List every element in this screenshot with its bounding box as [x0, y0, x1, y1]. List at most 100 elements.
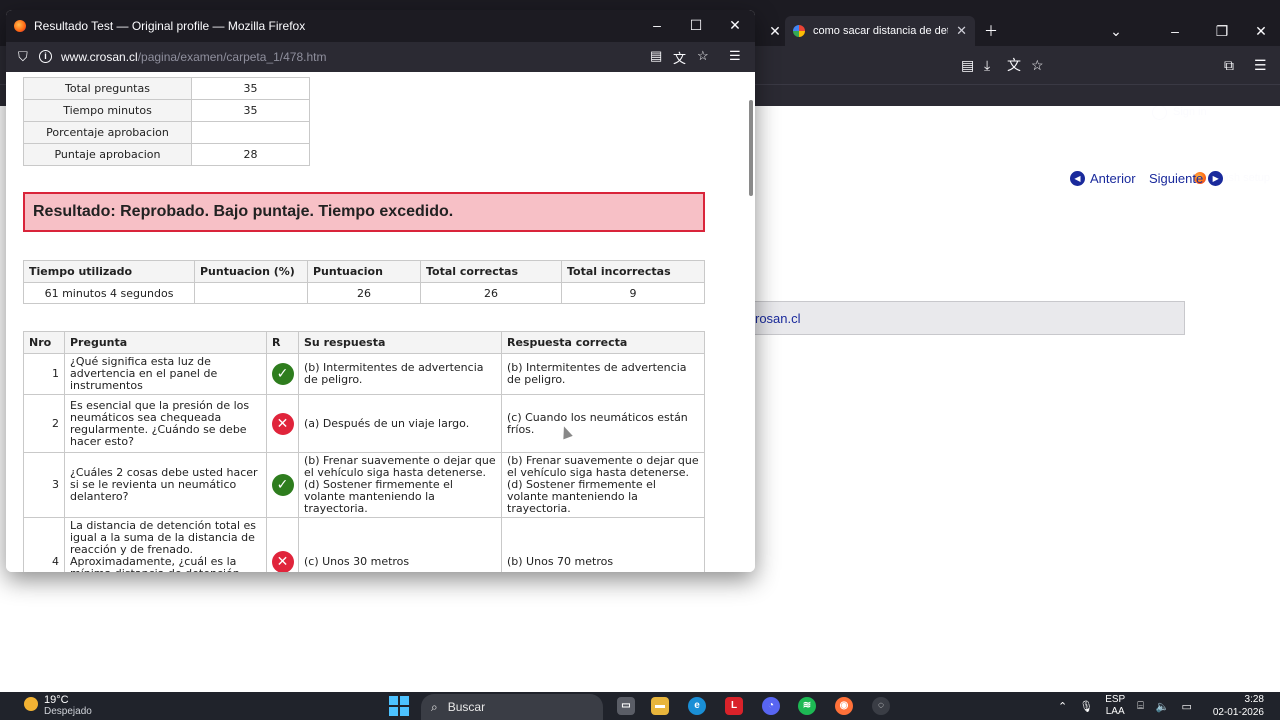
clock-time: 3:28 [1244, 694, 1264, 705]
previous-link[interactable]: ◀ Anterior [1070, 171, 1136, 186]
background-tab-title: como sacar distancia de detenc [813, 25, 948, 37]
bookmark-star-icon[interactable]: ☆ [697, 48, 709, 64]
page-content: Total preguntas 35 Tiempo minutos 35 Porcent… [6, 72, 755, 572]
domain-text: rosan.cl [755, 310, 801, 326]
weather-condition: Despejado [44, 706, 92, 717]
your-answer: (b) Frenar suavemente o dejar que el veh… [298, 452, 502, 518]
translate-icon[interactable]: 文 [1007, 55, 1021, 75]
shield-icon[interactable]: ⛉ [18, 49, 28, 65]
close-tab-icon[interactable]: ✕ [762, 18, 788, 44]
url-host: www.crosan.cl [61, 50, 138, 64]
extensions-icon[interactable]: ⧉ [1224, 55, 1234, 75]
stats-score-value: 26 [307, 282, 421, 304]
sign-in-label: Sign in [1173, 106, 1207, 118]
previous-label: Anterior [1090, 171, 1136, 186]
list-tabs-chevron-icon[interactable]: ⌄ [1103, 18, 1129, 44]
correct-answer: (b) Intermitentes de advertencia de peli… [501, 353, 705, 395]
question-text: La distancia de detención total es igual… [64, 517, 267, 572]
popup-titlebar: Resultado Test — Original profile — Mozi… [6, 10, 755, 42]
search-label: Buscar [447, 700, 486, 714]
cross-icon: ✕ [271, 551, 294, 572]
google-favicon-icon [793, 25, 805, 37]
summary-label: Tiempo minutos [23, 99, 192, 122]
network-icon[interactable]: ⌸ [1137, 700, 1144, 713]
scrollbar[interactable] [749, 100, 753, 196]
url-path: /pagina/examen/carpeta_1/478.htm [137, 50, 327, 64]
cross-icon: ✕ [271, 412, 294, 435]
weather-temperature: 19°C [44, 694, 69, 706]
minimize-icon[interactable]: – [642, 13, 672, 37]
domain-bar[interactable]: rosan.cl [755, 301, 1185, 335]
taskbar-search[interactable]: ⌕ Buscar [421, 694, 603, 720]
url-text[interactable]: www.crosan.cl/pagina/examen/carpeta_1/47… [61, 50, 326, 64]
l-app-icon[interactable]: L [725, 697, 743, 715]
windows-logo-icon [389, 696, 398, 705]
check-icon: ✓ [271, 363, 294, 385]
summary-row: Total preguntas 35 [23, 77, 310, 100]
question-number: 3 [23, 452, 65, 518]
weather-sun-icon [24, 697, 38, 711]
language-indicator[interactable]: ESP LAA [1105, 694, 1125, 718]
reader-view-icon[interactable]: ▤ [650, 48, 662, 64]
task-view-icon[interactable]: ▭ [617, 697, 635, 715]
close-window-icon[interactable]: ✕ [1248, 18, 1274, 44]
translate-icon[interactable]: 文 [673, 48, 686, 67]
summary-row: Puntaje aprobacion 28 [23, 143, 310, 166]
your-answer: (c) Unos 30 metros [298, 517, 502, 572]
file-explorer-icon[interactable]: ▬ [651, 697, 669, 715]
start-button[interactable] [389, 696, 409, 716]
bookmark-star-icon[interactable]: ☆ [1031, 55, 1044, 75]
discord-icon[interactable]: ◔ [762, 697, 780, 715]
arrow-left-icon: ◀ [1070, 171, 1085, 186]
edge-icon[interactable]: e [688, 697, 706, 715]
spotify-icon[interactable]: ≋ [798, 697, 816, 715]
restore-icon[interactable]: ❐ [1209, 18, 1235, 44]
account-icon [1152, 104, 1167, 120]
summary-row: Porcentaje aprobacion [23, 121, 310, 144]
popup-browser-window: Resultado Test — Original profile — Mozi… [6, 10, 755, 572]
exam-summary-table: Total preguntas 35 Tiempo minutos 35 Porcent… [23, 77, 310, 166]
summary-label: Total preguntas [23, 77, 192, 100]
background-tab[interactable]: como sacar distancia de detenc ✕ [785, 16, 975, 46]
summary-value: 35 [191, 99, 310, 122]
windows-logo-icon [389, 707, 398, 716]
minimize-icon[interactable]: – [1162, 18, 1188, 44]
close-window-icon[interactable]: ✕ [720, 13, 750, 37]
weather-widget[interactable]: 19°C Despejado [24, 694, 92, 717]
reader-view-icon[interactable]: ▤ [961, 55, 974, 75]
stats-row: 61 minutos 4 segundos 26 26 9 [23, 282, 705, 304]
clock[interactable]: 3:28 02-01-2026 [1213, 693, 1264, 719]
tray-chevron-icon[interactable]: ⌃ [1058, 700, 1067, 713]
arrow-right-icon: ▶ [1208, 171, 1224, 186]
microphone-icon[interactable]: 🎙 [1079, 700, 1093, 713]
maximize-icon[interactable]: ☐ [681, 13, 711, 37]
your-answer: (b) Intermitentes de advertencia de peli… [298, 353, 502, 395]
summary-value [191, 121, 310, 144]
question-number: 2 [23, 394, 65, 453]
close-tab-icon[interactable]: ✕ [956, 23, 967, 39]
info-icon[interactable]: i [39, 50, 52, 63]
url-bar[interactable]: ⛉ i www.crosan.cl/pagina/examen/carpeta_… [6, 42, 755, 72]
chrome-app-icon[interactable]: ◌ [872, 697, 890, 715]
qa-header-question: Pregunta [64, 331, 267, 354]
firefox-taskbar-icon[interactable]: ◉ [835, 697, 853, 715]
question-row: 2 Es esencial que la presión de los neumá… [23, 394, 705, 453]
menu-icon[interactable]: ☰ [1254, 55, 1267, 75]
volume-icon[interactable]: 🔈 [1156, 700, 1170, 713]
correct-answer: (c) Cuando los neumáticos están fríos. [501, 394, 705, 453]
summary-label: Puntaje aprobacion [23, 143, 192, 166]
clock-date: 02-01-2026 [1212, 707, 1264, 718]
stats-percent-value [194, 282, 308, 304]
new-tab-icon[interactable]: ＋ [978, 18, 1004, 44]
save-page-icon[interactable]: ⤓ [984, 55, 990, 75]
next-link[interactable]: Siguiente ▶ [1149, 171, 1224, 186]
stats-incorrect-value: 9 [561, 282, 705, 304]
summary-value: 28 [191, 143, 310, 166]
menu-icon[interactable]: ☰ [729, 48, 741, 64]
battery-icon[interactable]: ▭ [1182, 700, 1192, 713]
result-banner: Resultado: Reprobado. Bajo puntaje. Tiem… [23, 192, 705, 232]
language-top: ESP [1105, 694, 1126, 705]
popup-window-title: Resultado Test — Original profile — Mozi… [34, 19, 306, 33]
summary-label: Porcentaje aprobacion [23, 121, 192, 144]
next-label: Siguiente [1149, 171, 1204, 186]
